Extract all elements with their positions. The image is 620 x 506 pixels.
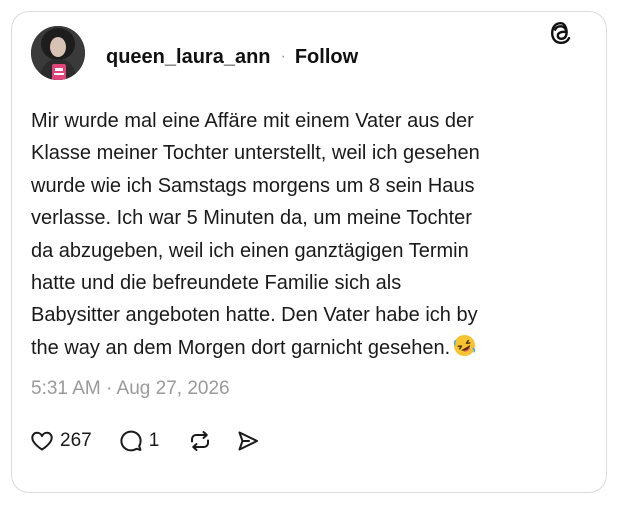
post-text-line: da abzugeben, weil ich einen ganztägigen… <box>31 239 469 262</box>
post-text-line: hatte und die befreundete Familie sich a… <box>31 272 402 295</box>
like-button[interactable]: 267 <box>29 428 92 454</box>
repost-button[interactable] <box>187 428 213 454</box>
avatar-image <box>31 26 85 80</box>
post-timestamp: 5:31 AM · Aug 27, 2026 <box>31 378 230 399</box>
reply-count: 1 <box>148 430 160 451</box>
post-text-line: the way an dem Morgen dort garnicht gese… <box>31 336 451 359</box>
username[interactable]: queen_laura_ann <box>106 46 271 69</box>
post-text-line: verlasse. Ich war 5 Minuten da, um meine… <box>31 207 472 230</box>
heart-icon <box>29 428 55 454</box>
like-count: 267 <box>60 430 92 451</box>
post-text: Mir wurde mal eine Affäre mit einem Vate… <box>31 105 571 364</box>
repost-icon <box>187 428 213 454</box>
rolling-on-floor-laughing-icon <box>453 334 476 357</box>
threads-logo-icon[interactable] <box>548 20 574 46</box>
post-text-line: Klasse meiner Tochter unterstellt, weil … <box>31 142 480 165</box>
share-icon <box>235 428 261 454</box>
post-text-last-line: the way an dem Morgen dort garnicht gese… <box>31 332 571 364</box>
follow-button[interactable]: Follow <box>295 46 358 69</box>
post-text-line: wurde wie ich Samstags morgens um 8 sein… <box>31 174 475 197</box>
share-button[interactable] <box>235 428 261 454</box>
reply-icon <box>118 428 144 454</box>
post-text-line: Babysitter angeboten hatte. Den Vater ha… <box>31 304 478 327</box>
reply-button[interactable]: 1 <box>118 428 160 454</box>
avatar[interactable] <box>31 26 85 80</box>
post-text-line: Mir wurde mal eine Affäre mit einem Vate… <box>31 110 474 132</box>
post-header: queen_laura_ann · Follow <box>106 44 358 70</box>
separator-dot: · <box>280 48 286 65</box>
action-bar: 267 1 <box>29 426 261 456</box>
